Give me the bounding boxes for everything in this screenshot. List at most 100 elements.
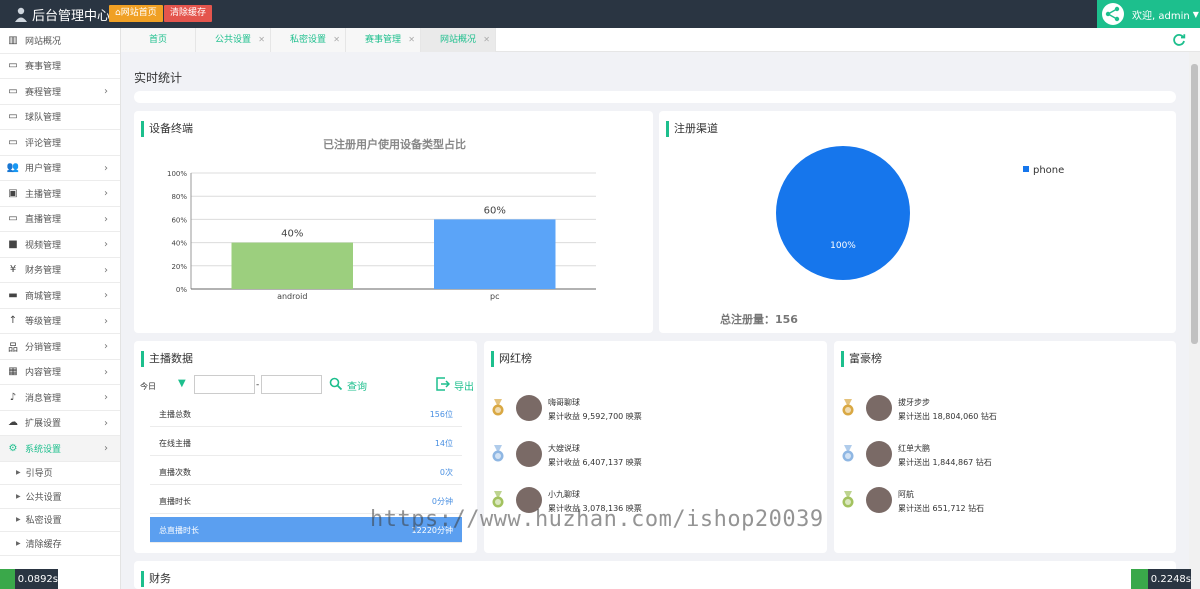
tab[interactable]: 公共设置 ✕	[196, 28, 271, 52]
dropdown-caret-icon[interactable]: ▼	[178, 378, 186, 389]
tab-label: 赛事管理	[364, 35, 401, 45]
scrollbar-thumb[interactable]	[1191, 64, 1198, 344]
tab-label: 网站概况	[439, 35, 476, 45]
user-greeting: 欢迎, admin	[1132, 10, 1190, 22]
chevron-right-icon: ›	[104, 162, 108, 174]
rank-stat: 累计送出 1,844,867 钻石	[898, 458, 992, 467]
sidebar-item-label: 赛事管理	[25, 62, 62, 73]
sidebar-item[interactable]: ▭ 赛事管理	[0, 54, 120, 79]
page-scrollbar[interactable]	[1189, 52, 1200, 589]
row-value: 0分钟	[431, 497, 453, 506]
chevron-right-icon: ›	[104, 366, 108, 378]
sidebar-item[interactable]: ♪ 消息管理 ›	[0, 385, 120, 411]
sidebar-subitem[interactable]: ▶ 清除缓存	[0, 532, 120, 556]
load-time-badge-right: 0.2248s	[1131, 569, 1191, 589]
legend-swatch	[1023, 166, 1029, 172]
chevron-right-icon: ›	[104, 341, 108, 352]
list-item[interactable]: 嗨哥聊球 累计收益 9,592,700 映票	[492, 389, 812, 429]
sidebar-item[interactable]: ☁ 扩展设置 ›	[0, 411, 120, 436]
sidebar-item-label: 直播管理	[25, 215, 62, 226]
sidebar-item[interactable]: 👥 用户管理 ›	[0, 156, 120, 181]
tab[interactable]: 赛事管理 ✕	[346, 28, 421, 52]
sidebar: ▥ 网站概况 ▭ 赛事管理 ▭ 赛程管理 › ▭ 球队管理 ▭ 评论管理 👥 用户管理 › ▣ 主播管理 › ▭ 直…	[0, 28, 121, 589]
clear-cache-button[interactable]: 清除缓存	[164, 5, 213, 22]
end-date-input[interactable]	[261, 375, 322, 394]
sidebar-item-label: 网站概况	[25, 36, 62, 47]
sidebar-item-label: 内容管理	[25, 368, 62, 379]
bar	[231, 242, 353, 289]
list-item[interactable]: 大嫂说球 累计收益 6,407,137 映票	[492, 435, 812, 475]
caret-right-icon: ▶	[16, 539, 21, 547]
list-item[interactable]: 拔牙步步 累计送出 18,804,060 钻石	[842, 389, 1162, 429]
rank-name: 红单大鹏	[898, 444, 930, 453]
brand[interactable]: 后台管理中心	[14, 5, 110, 24]
sidebar-item[interactable]: ⚙ 系统设置 ›	[0, 436, 120, 462]
close-icon[interactable]: ✕	[333, 28, 340, 52]
sidebar-item[interactable]: ▬ 商城管理 ›	[0, 283, 120, 309]
rich-card-title: 富豪榜	[841, 351, 882, 367]
medal-icon	[492, 445, 504, 462]
tab-label: 私密设置	[289, 35, 326, 45]
rank-stat: 累计送出 18,804,060 钻石	[898, 412, 997, 421]
sidebar-item-label: 消息管理	[25, 393, 62, 404]
sidebar-item[interactable]: ▭ 球队管理	[0, 105, 120, 130]
tab[interactable]: 私密设置 ✕	[271, 28, 346, 52]
caret-down-icon: ▼	[1192, 9, 1199, 19]
table-row: 直播次数 0次	[150, 459, 462, 485]
sidebar-subitem[interactable]: ▶ 公共设置	[0, 485, 120, 509]
total-registrations-label: 总注册量：	[720, 313, 775, 326]
sidebar-item[interactable]: 品分销管理 ›	[0, 334, 120, 360]
chevron-right-icon: ›	[104, 264, 108, 276]
close-icon[interactable]: ✕	[483, 28, 490, 52]
rank-name: 嗨哥聊球	[548, 398, 580, 407]
rank-name: 阿航	[898, 490, 914, 499]
medal-icon	[492, 399, 504, 416]
legend-label: phone	[1033, 165, 1064, 176]
sidebar-item[interactable]: ↑ 等级管理 ›	[0, 309, 120, 334]
close-icon[interactable]: ✕	[408, 28, 415, 52]
rich-card: 富豪榜 拔牙步步 累计送出 18,804,060 钻石红单大鹏累计送出 1,844…	[834, 341, 1176, 553]
sidebar-item-label: 用户管理	[25, 164, 62, 175]
sidebar-subitem[interactable]: ▶ 私密设置	[0, 508, 120, 532]
period-select[interactable]: 今日	[140, 381, 156, 392]
chart-title: 已注册用户使用设备类型占比	[323, 137, 466, 151]
row-value: 14位	[434, 439, 453, 448]
yen-icon: ¥	[9, 264, 17, 276]
sidebar-item[interactable]: ¥ 财务管理 ›	[0, 258, 120, 283]
user-menu[interactable]: 欢迎, admin ▼	[1097, 0, 1200, 28]
row-value: 156位	[429, 410, 453, 419]
sidebar-item[interactable]: ▦ 内容管理 ›	[0, 360, 120, 385]
sidebar-item[interactable]: ▭ 赛程管理 ›	[0, 79, 120, 105]
sidebar-item[interactable]: ▭ 直播管理 ›	[0, 207, 120, 232]
y-tick-label: 80%	[171, 193, 187, 201]
tab-label: 首页	[148, 35, 167, 45]
tab[interactable]: 网站概况 ✕	[421, 28, 496, 52]
sidebar-item[interactable]: ▭ 评论管理	[0, 130, 120, 156]
row-label: 在线主播	[159, 439, 191, 448]
sidebar-item[interactable]: ■ 视频管理 ›	[0, 232, 120, 258]
rank-stat: 累计送出 651,712 钻石	[898, 504, 985, 513]
date-separator: -	[256, 380, 260, 390]
sidebar-item-label: 主播管理	[25, 189, 62, 200]
top-bar: 后台管理中心 ⌂网站首页 清除缓存 欢迎, admin ▼	[0, 0, 1200, 28]
list-item[interactable]: 红单大鹏累计送出 1,844,867 钻石	[842, 435, 1162, 475]
site-home-button[interactable]: ⌂网站首页	[109, 5, 163, 22]
tab[interactable]: 首页	[121, 28, 196, 52]
bell-icon: ♪	[9, 391, 17, 403]
sidebar-item[interactable]: ▥ 网站概况	[0, 28, 120, 54]
watermark-text: https://www.huzhan.com/ishop20039	[370, 507, 824, 532]
sidebar-subitem[interactable]: ▶ 引导页	[0, 461, 120, 485]
chevron-right-icon: ›	[104, 239, 108, 250]
sidebar-item[interactable]: ▣ 主播管理 ›	[0, 181, 120, 207]
close-icon[interactable]: ✕	[258, 28, 265, 52]
start-date-input[interactable]	[194, 375, 255, 394]
list-item[interactable]: 阿航累计送出 651,712 钻石	[842, 481, 1162, 521]
rank-name: 小九聊球	[548, 490, 580, 499]
device-bar-chart: 已注册用户使用设备类型占比 0% 20% 40% 60% 80% 100% 40% androi…	[167, 137, 596, 301]
refresh-icon[interactable]	[1172, 33, 1186, 47]
y-tick-label: 20%	[171, 263, 187, 271]
sidebar-item-label: 分销管理	[25, 342, 62, 353]
bar-value-label: 60%	[484, 205, 506, 216]
load-time-badge: 0.0892s	[0, 569, 58, 589]
monitor-icon: ▭	[8, 111, 18, 123]
